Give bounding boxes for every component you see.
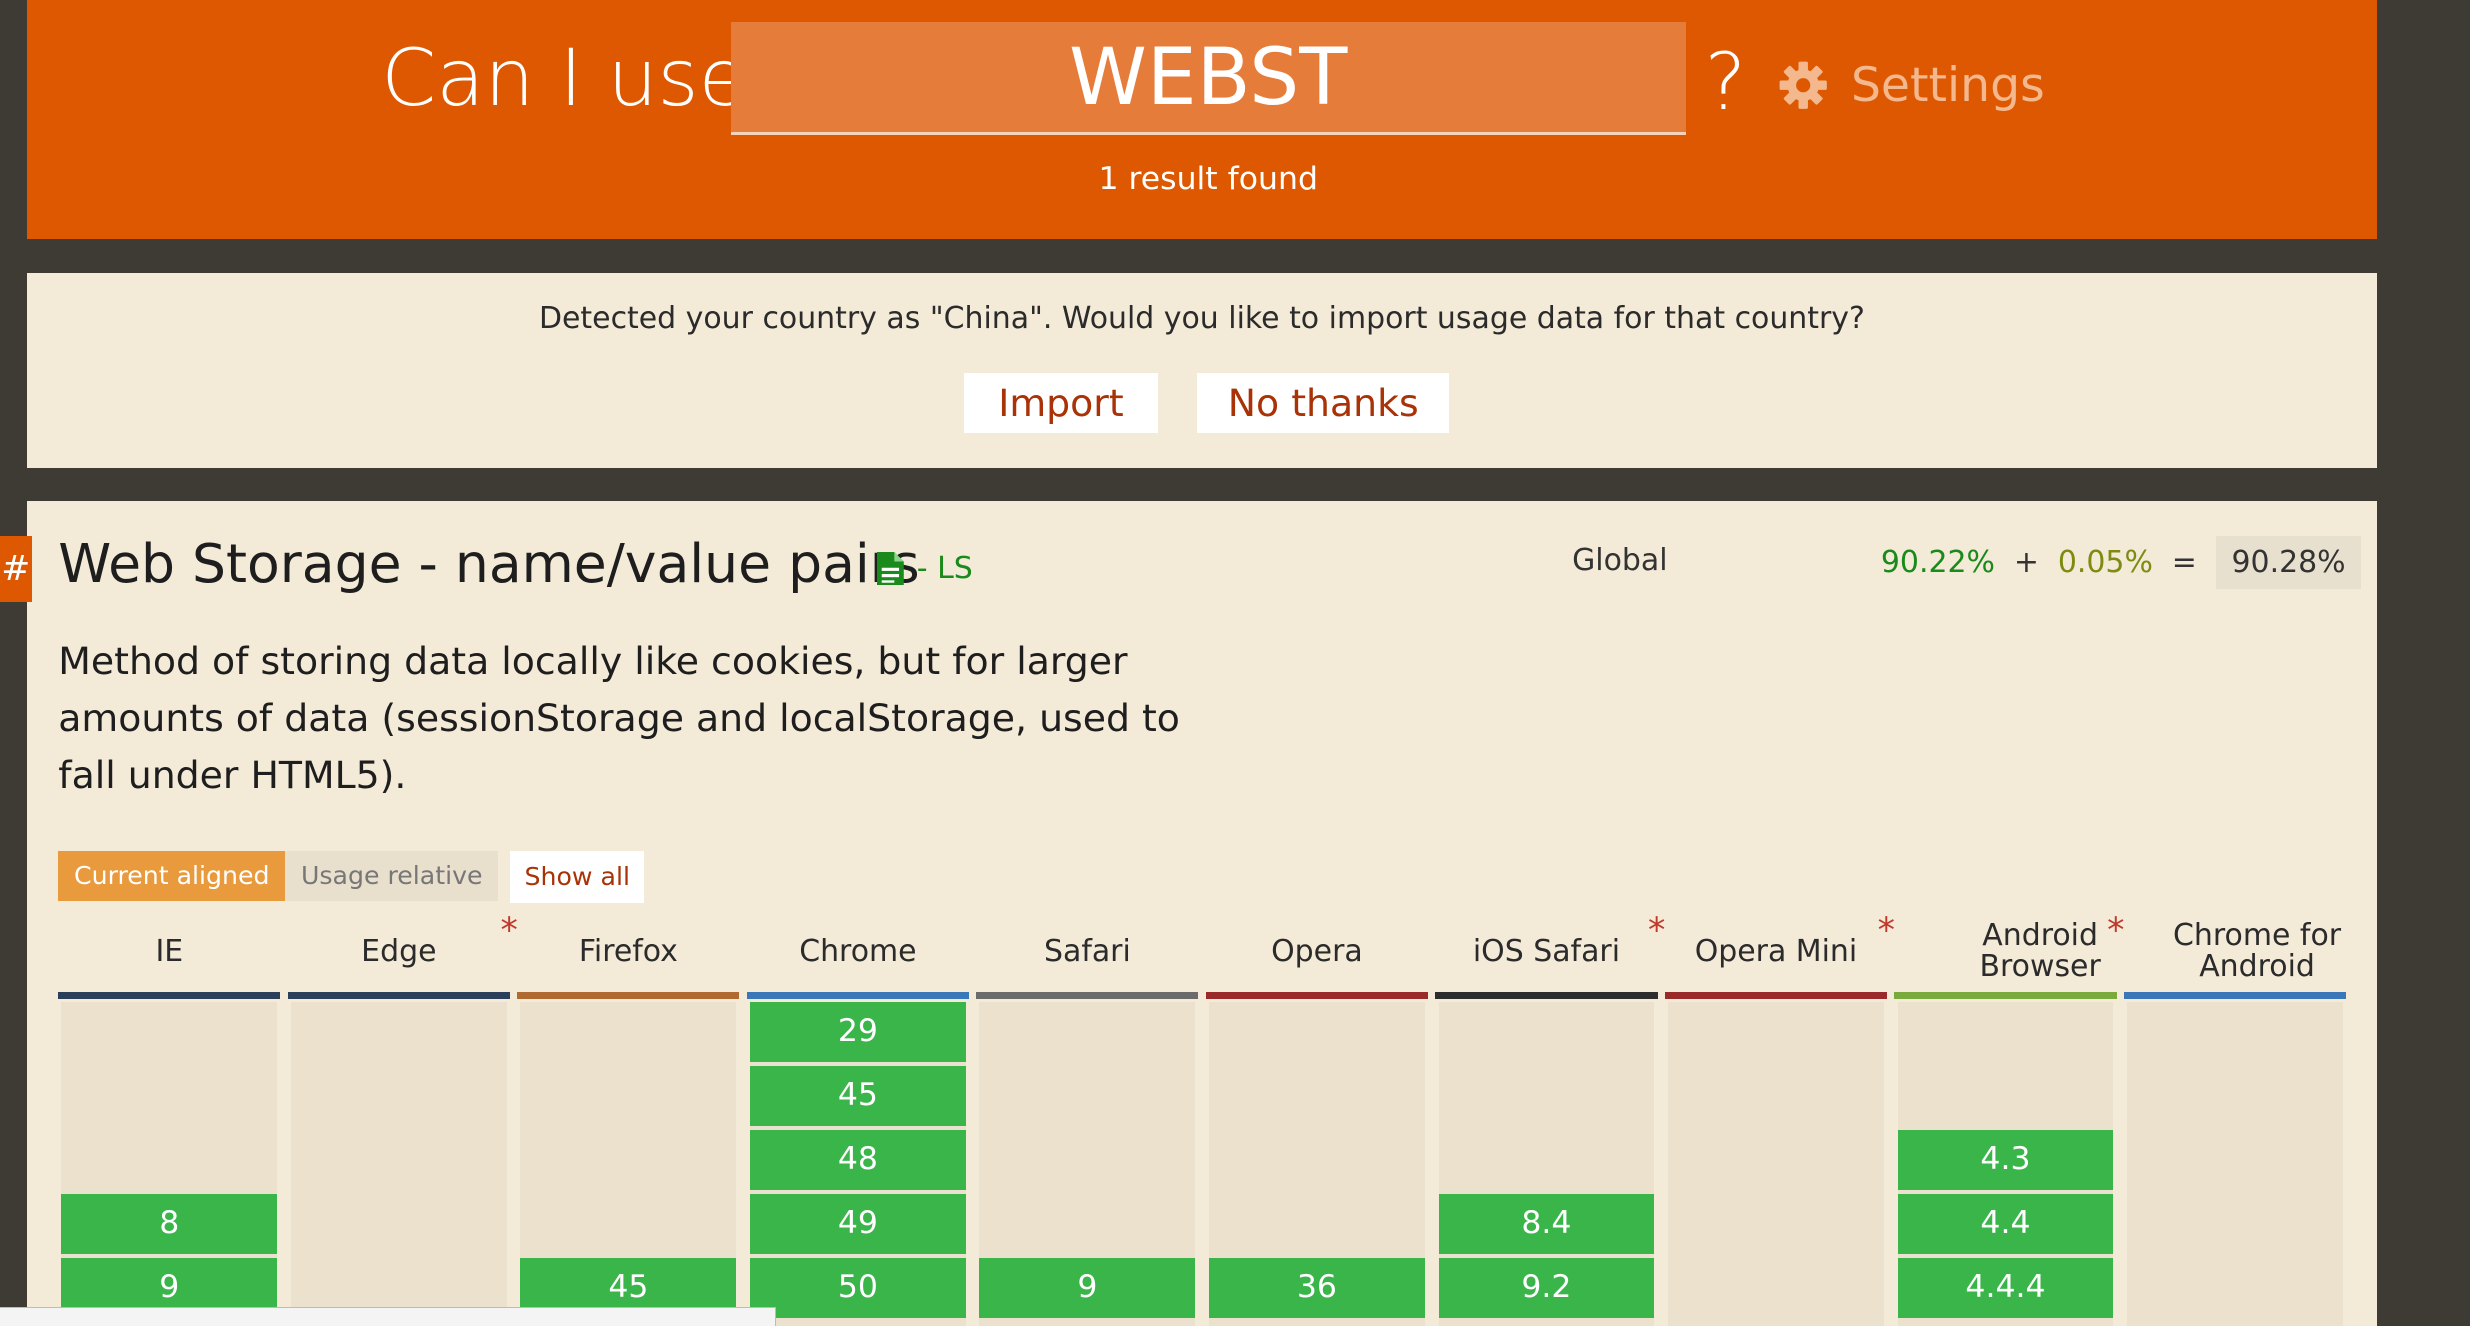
browser-column: Opera Mini *	[1664, 911, 1895, 1326]
usage-region-label: Global	[1572, 543, 1668, 579]
browser-color-bar	[746, 992, 969, 999]
browser-name: Safari	[1043, 933, 1131, 969]
browser-color-bar	[2123, 992, 2347, 999]
column-background	[2127, 1001, 2343, 1326]
country-import-banner: Detected your country as "China". Would …	[26, 272, 2378, 468]
browser-color-bar	[1664, 992, 1888, 999]
browser-column: Android Browser * 4.3 4.4 4.4.4	[1894, 911, 2124, 1326]
usage-full-support: 90.22%	[1880, 545, 1995, 581]
feature-title: Web Storage - name/value pairs	[58, 532, 920, 596]
current-aligned-button[interactable]: Current aligned	[58, 850, 286, 902]
search-input[interactable]	[730, 22, 1686, 136]
status-bar	[0, 1307, 777, 1326]
browser-column: Firefox 45	[517, 911, 740, 1326]
browser-name: Firefox	[578, 933, 678, 969]
browser-name: Opera Mini	[1694, 933, 1858, 969]
feature-anchor-link[interactable]: #	[0, 535, 32, 602]
browser-column: Opera 36	[1205, 911, 1428, 1326]
gear-icon	[1780, 61, 1828, 109]
site-header: Can I use ? Settings 1 result f	[26, 0, 2378, 240]
usage-equals-sign: =	[2171, 545, 2197, 581]
spec-status-link[interactable]: - LS	[877, 551, 973, 587]
version-support-cell[interactable]: 4.3	[1897, 1130, 2114, 1190]
document-icon	[877, 552, 905, 586]
version-support-cell[interactable]: 48	[749, 1130, 966, 1190]
banner-message: Detected your country as "China". Would …	[538, 300, 1865, 336]
usage-partial-support: 0.05%	[2057, 545, 2153, 581]
browser-column: iOS Safari * 8.4 9.2	[1435, 911, 1665, 1326]
version-support-cell[interactable]: 9	[979, 1258, 1196, 1319]
no-thanks-button[interactable]: No thanks	[1197, 373, 1450, 434]
browser-name: IE	[155, 933, 184, 969]
browser-column: Edge *	[287, 911, 518, 1326]
settings-button[interactable]: Settings	[1778, 54, 2045, 117]
version-support-cell[interactable]: 8	[61, 1194, 278, 1255]
note-asterisk-icon[interactable]: *	[1648, 913, 1665, 949]
question-mark: ?	[1704, 35, 1747, 128]
usage-plus-sign: +	[2013, 545, 2039, 581]
settings-label: Settings	[1850, 57, 2045, 113]
browser-column: Safari 9	[976, 911, 1199, 1326]
version-support-cell[interactable]: 49	[749, 1194, 966, 1255]
browser-name: Opera	[1271, 933, 1363, 969]
browser-name: Chrome for Android	[2173, 917, 2342, 985]
version-support-cell[interactable]: 9.2	[1438, 1258, 1655, 1319]
column-background	[290, 1001, 507, 1326]
usage-relative-button[interactable]: Usage relative	[285, 850, 499, 902]
result-count: 1 result found	[1098, 160, 1318, 197]
browser-color-bar	[517, 992, 740, 999]
version-support-cell[interactable]: 45	[749, 1065, 966, 1126]
browser-name: Edge	[361, 933, 437, 969]
note-asterisk-icon[interactable]: *	[1878, 913, 1895, 949]
browser-column: Chrome 29 45 48 49 50	[746, 911, 969, 1326]
usage-stats: 90.22% + 0.05% = 90.28%	[1880, 535, 2362, 590]
feature-section: # Web Storage - name/value pairs - LS Gl…	[0, 500, 2378, 1326]
version-support-cell[interactable]: 29	[749, 1001, 966, 1062]
version-support-cell[interactable]: 4.4.4	[1897, 1258, 2114, 1319]
note-asterisk-icon[interactable]: *	[500, 913, 517, 949]
browser-color-bar	[58, 992, 281, 999]
version-support-cell[interactable]: 8.4	[1438, 1194, 1655, 1255]
version-support-cell[interactable]: 4.4	[1897, 1194, 2114, 1255]
show-all-button[interactable]: Show all	[510, 850, 645, 903]
browser-name: Chrome	[799, 933, 917, 969]
browser-color-bar	[1894, 992, 2117, 999]
usage-total: 90.28%	[2215, 535, 2362, 590]
browser-column: Chrome for Android	[2123, 911, 2347, 1326]
browser-color-bar	[287, 992, 510, 999]
spec-status-label: - LS	[916, 551, 973, 587]
browser-color-bar	[1205, 992, 1428, 999]
version-support-cell[interactable]: 36	[1209, 1258, 1425, 1319]
browser-color-bar	[976, 992, 1199, 999]
table-view-toggle: Current aligned Usage relative	[58, 850, 499, 902]
browser-column: IE 8 9	[58, 911, 281, 1326]
column-background	[1668, 1001, 1884, 1326]
browser-name: iOS Safari	[1472, 933, 1621, 969]
browser-color-bar	[1435, 992, 1658, 999]
feature-description: Method of storing data locally like cook…	[58, 639, 1180, 797]
version-support-cell[interactable]: 50	[749, 1258, 966, 1319]
site-title: Can I use	[381, 32, 748, 125]
import-button[interactable]: Import	[964, 373, 1158, 434]
note-asterisk-icon[interactable]: *	[2107, 913, 2124, 949]
